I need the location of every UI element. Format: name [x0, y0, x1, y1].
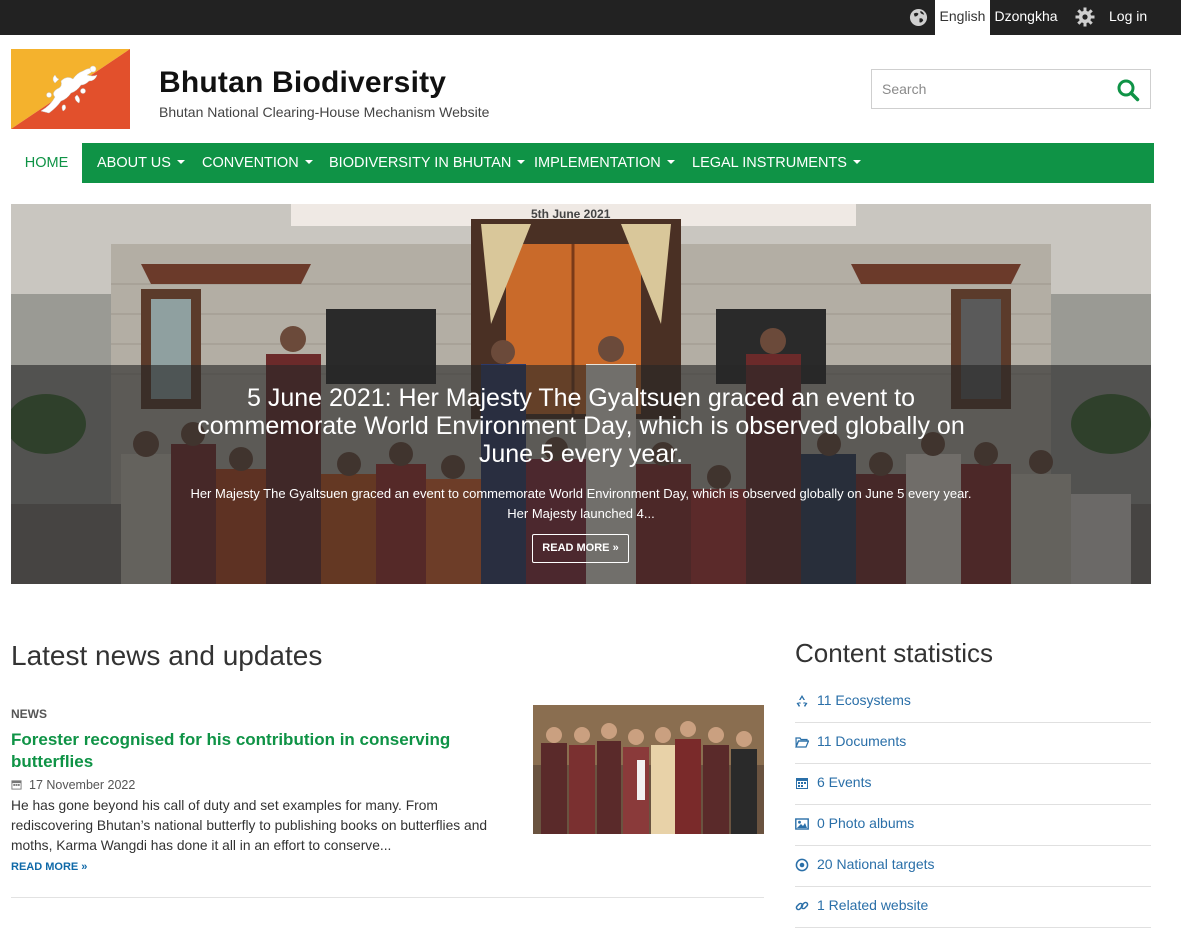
nav-item-home[interactable]: HOME: [11, 143, 82, 183]
site-slogan: Bhutan National Clearing-House Mechanism…: [159, 104, 490, 120]
stat-item-label: 6 Events: [817, 774, 872, 790]
folder-open-icon: [795, 737, 809, 748]
news-section-heading: Latest news and updates: [11, 640, 323, 671]
news-type-label: NEWS: [11, 707, 47, 721]
image-icon: [795, 818, 809, 830]
hero-read-more-button[interactable]: READ MORE »: [532, 534, 629, 563]
news-item-title[interactable]: Forester recognised for his contribution…: [11, 729, 511, 773]
stat-item-national-targets[interactable]: 20 National targets: [795, 845, 1151, 887]
nav-item-legal-instruments[interactable]: LEGAL INSTRUMENTS: [692, 143, 861, 183]
top-bar: English Dzongkha Log in: [0, 0, 1181, 35]
nav-item-label: BIODIVERSITY IN BHUTAN: [329, 155, 512, 171]
stat-item-related-websites[interactable]: 1 Related website: [795, 886, 1151, 928]
caret-down-icon: [852, 160, 861, 165]
news-divider: [11, 897, 764, 898]
nav-item-biodiversity-in-bhutan[interactable]: BIODIVERSITY IN BHUTAN: [329, 143, 526, 183]
hero-slide[interactable]: 5th June 2021 5 June 2021: Her Majesty T…: [11, 204, 1151, 584]
nav-item-about-us[interactable]: ABOUT US: [97, 143, 185, 183]
stat-item-label: 11 Documents: [817, 733, 907, 749]
main-navigation: HOME ABOUT US CONVENTION BIODIVERSITY IN…: [11, 143, 1154, 183]
news-item-thumbnail[interactable]: [533, 705, 764, 834]
stat-item-ecosystems[interactable]: 11 Ecosystems: [795, 681, 1151, 723]
hero-banner-text: 5th June 2021: [531, 207, 611, 221]
calendar-icon: [11, 780, 22, 790]
stat-item-photo-albums[interactable]: 0 Photo albums: [795, 804, 1151, 846]
news-item-date-text: 17 November 2022: [29, 778, 136, 792]
stat-item-label: 0 Photo albums: [817, 815, 915, 831]
search-input[interactable]: [872, 70, 1102, 108]
target-icon: [795, 858, 809, 872]
link-icon: [795, 901, 809, 911]
stat-item-events[interactable]: 6 Events: [795, 763, 1151, 805]
calendar-icon: [796, 778, 808, 789]
stat-item-label: 20 National targets: [817, 856, 935, 872]
globe-icon[interactable]: [909, 8, 928, 27]
news-read-more-link[interactable]: READ MORE »: [11, 861, 87, 873]
caret-down-icon: [666, 160, 675, 165]
search-icon[interactable]: [1116, 78, 1140, 102]
search-box: [871, 69, 1151, 109]
hero-title[interactable]: 5 June 2021: Her Majesty The Gyaltsuen g…: [181, 384, 981, 468]
language-dzongkha-link[interactable]: Dzongkha: [990, 0, 1062, 35]
news-item-date: 17 November 2022: [11, 778, 135, 792]
recycle-icon: [796, 695, 808, 707]
caret-down-icon: [517, 160, 526, 165]
caret-down-icon: [176, 160, 185, 165]
nav-item-convention[interactable]: CONVENTION: [202, 143, 313, 183]
nav-item-label: IMPLEMENTATION: [534, 155, 661, 171]
caret-down-icon: [304, 160, 313, 165]
stat-item-documents[interactable]: 11 Documents: [795, 722, 1151, 764]
gear-icon[interactable]: [1075, 7, 1095, 27]
nav-item-implementation[interactable]: IMPLEMENTATION: [534, 143, 675, 183]
nav-item-label: HOME: [24, 155, 69, 171]
stats-section-heading: Content statistics: [795, 638, 993, 668]
login-link[interactable]: Log in: [1109, 0, 1147, 35]
nav-item-label: ABOUT US: [97, 155, 171, 171]
bhutan-flag-logo[interactable]: [11, 49, 130, 129]
nav-item-label: CONVENTION: [202, 155, 299, 171]
nav-item-label: LEGAL INSTRUMENTS: [692, 155, 847, 171]
news-item-summary: He has gone beyond his call of duty and …: [11, 798, 488, 853]
hero-summary: Her Majesty The Gyaltsuen graced an even…: [190, 486, 972, 521]
stat-item-label: 1 Related website: [817, 897, 929, 913]
language-english-link[interactable]: English: [935, 0, 990, 35]
stat-item-label: 11 Ecosystems: [817, 692, 911, 708]
site-title[interactable]: Bhutan Biodiversity: [159, 66, 446, 100]
